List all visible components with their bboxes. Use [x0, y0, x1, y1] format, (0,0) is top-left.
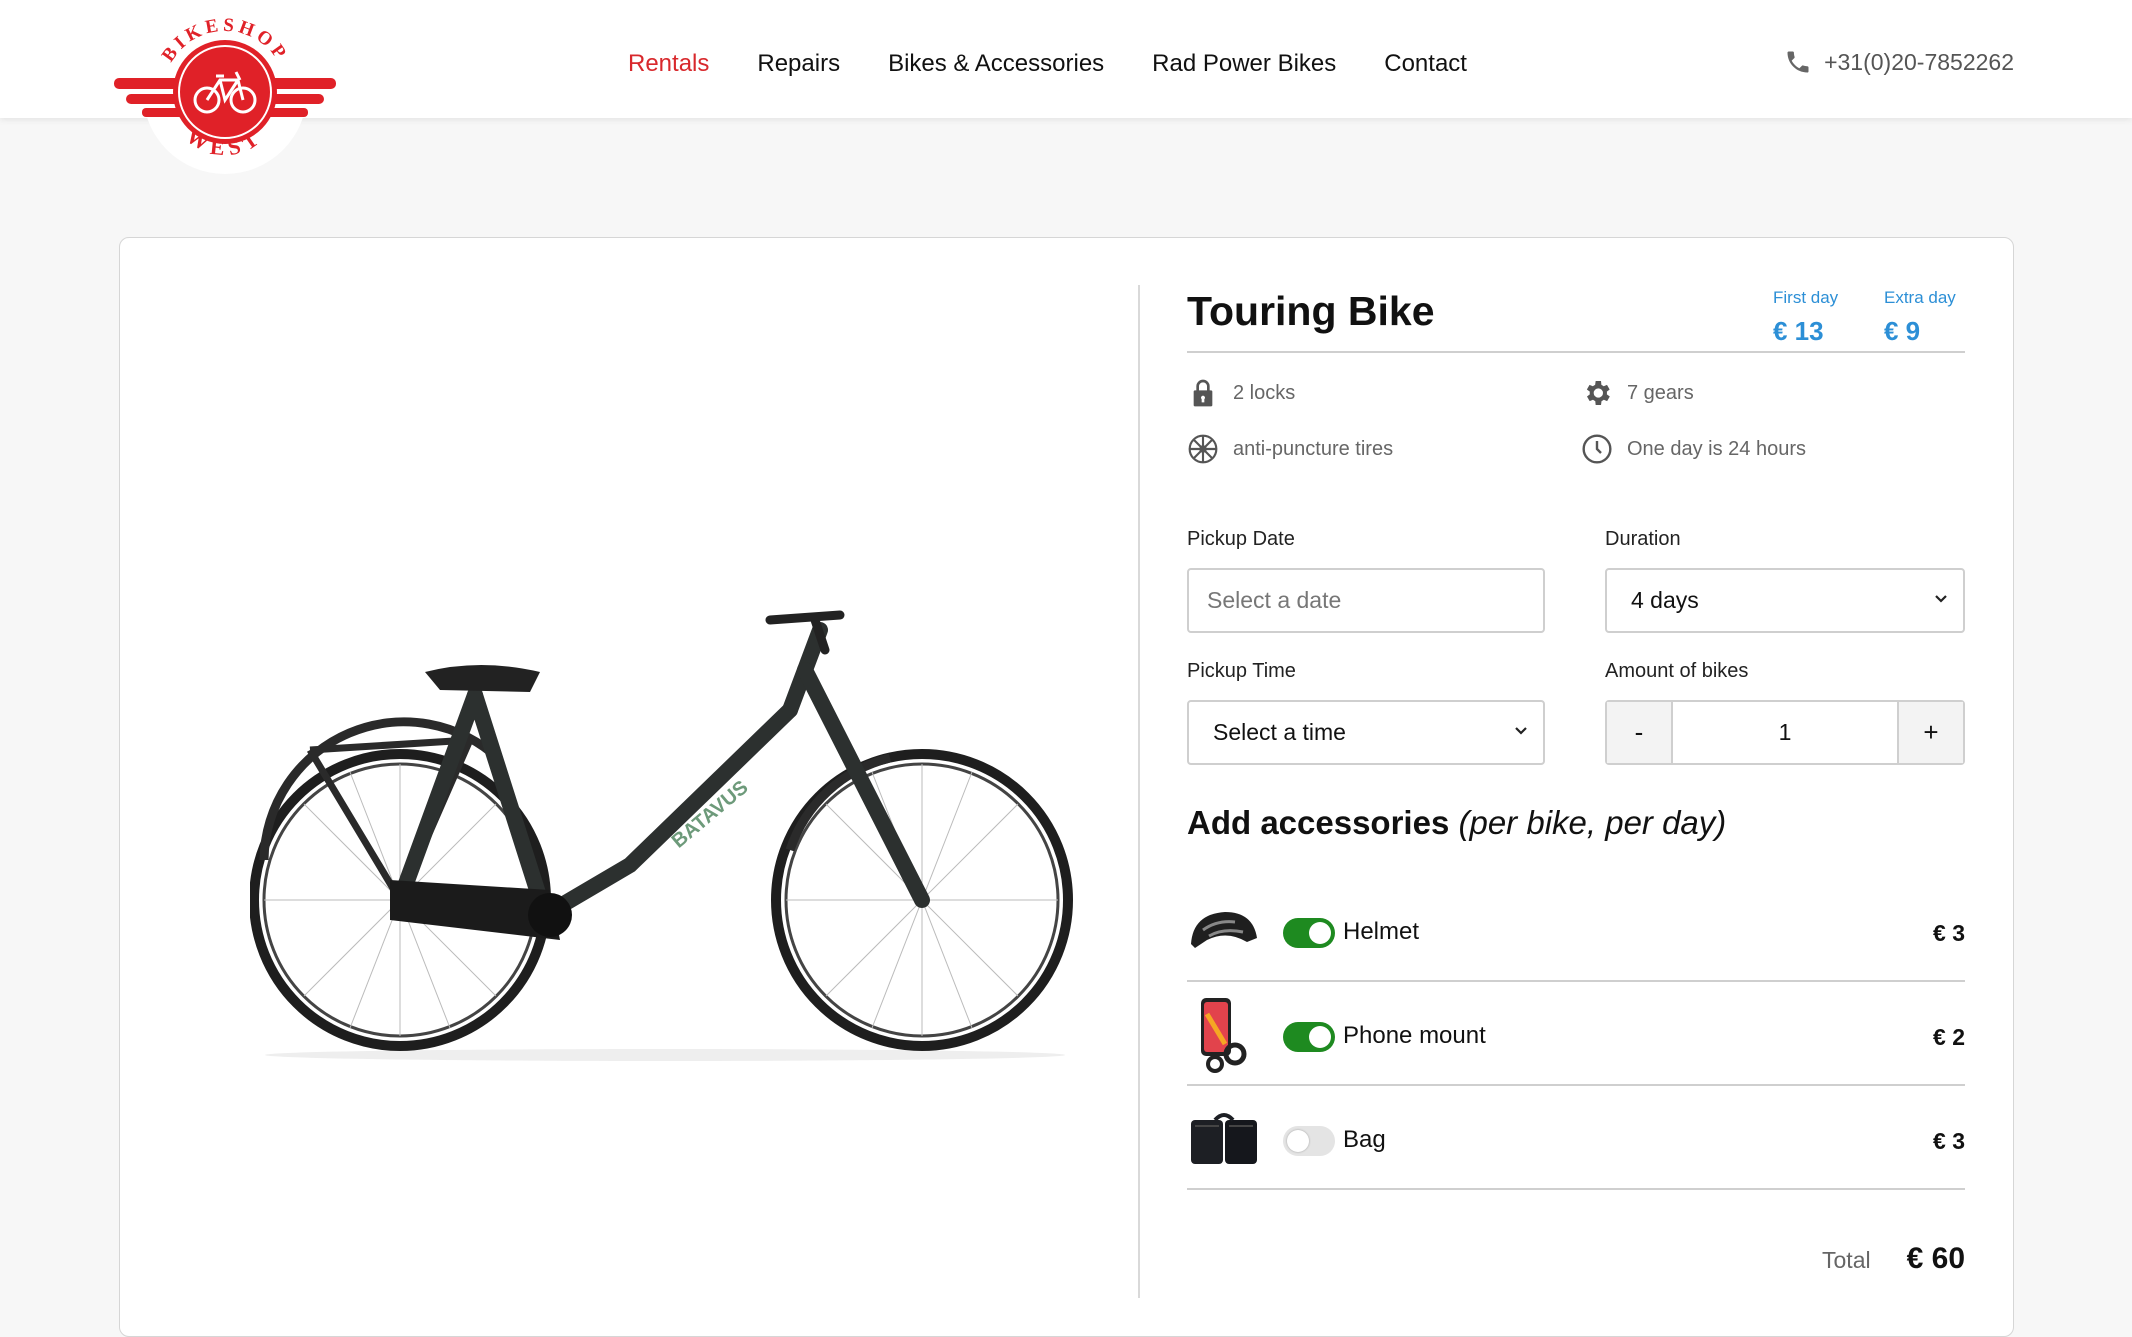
bag-label: Bag — [1343, 1126, 1386, 1153]
increment-button[interactable]: + — [1899, 702, 1963, 763]
phone-number: +31(0)20-7852262 — [1824, 48, 2014, 75]
phone-contact[interactable]: +31(0)20-7852262 — [1784, 48, 2014, 76]
accessory-row-bag: Bag € 3 — [1187, 1086, 1965, 1190]
bike-image: BATAVUS — [249, 560, 1080, 1080]
decrement-button[interactable]: - — [1607, 702, 1671, 763]
pickup-time-value: Select a time — [1213, 719, 1346, 745]
accessories-heading-suffix: (per bike, per day) — [1458, 804, 1727, 841]
phone-mount-price: € 2 — [1933, 1024, 1965, 1050]
total-row: Total € 60 — [1822, 1242, 1965, 1276]
feature-day-length: One day is 24 hours — [1581, 433, 1806, 465]
clock-icon — [1582, 434, 1612, 464]
nav-rentals[interactable]: Rentals — [628, 50, 709, 78]
accessories-heading: Add accessories (per bike, per day) — [1187, 804, 1726, 842]
pickup-time-select[interactable]: Select a time — [1187, 700, 1545, 765]
helmet-toggle[interactable] — [1283, 918, 1335, 948]
product-title: Touring Bike — [1187, 288, 1435, 334]
feature-tires: anti-puncture tires — [1187, 433, 1393, 465]
duration-value: 4 days — [1631, 587, 1699, 613]
nav-rad-power-bikes[interactable]: Rad Power Bikes — [1152, 50, 1336, 78]
total-label: Total — [1822, 1247, 1871, 1273]
phone-mount-icon — [1201, 998, 1247, 1073]
feature-tires-text: anti-puncture tires — [1233, 437, 1394, 460]
accessory-row-helmet: Helmet € 3 — [1187, 878, 1965, 982]
pickup-date-input[interactable]: Select a date — [1187, 568, 1545, 633]
chevron-down-icon — [1515, 727, 1527, 735]
feature-day-length-text: One day is 24 hours — [1627, 437, 1806, 460]
amount-stepper: - 1 + — [1605, 700, 1965, 765]
first-day-price: € 13 — [1773, 316, 1824, 346]
accessory-row-phone-mount: Phone mount € 2 — [1187, 982, 1965, 1086]
chevron-down-icon — [1935, 595, 1947, 603]
card-divider — [1138, 285, 1140, 1298]
feature-gears: 7 gears — [1581, 377, 1694, 409]
bikeshop-west-logo[interactable]: BIKESHOP WEST — [112, 10, 338, 174]
helmet-icon — [1191, 912, 1257, 948]
extra-day-label: Extra day — [1884, 288, 1956, 307]
duration-label: Duration — [1605, 528, 1681, 550]
amount-value[interactable]: 1 — [1671, 702, 1899, 763]
phone-mount-toggle[interactable] — [1283, 1022, 1335, 1052]
title-row: Touring Bike First day € 13 Extra day € … — [1187, 280, 1965, 353]
main-nav: Rentals Repairs Bikes & Accessories Rad … — [628, 50, 1467, 78]
gear-icon — [1586, 381, 1610, 405]
helmet-label: Helmet — [1343, 918, 1420, 945]
nav-bikes-accessories[interactable]: Bikes & Accessories — [888, 50, 1104, 78]
wheel-icon — [1188, 434, 1218, 464]
feature-gears-text: 7 gears — [1627, 381, 1694, 404]
feature-locks: 2 locks — [1187, 377, 1295, 409]
first-day-label: First day — [1773, 288, 1839, 307]
phone-icon — [1787, 51, 1809, 73]
duration-select[interactable]: 4 days — [1605, 568, 1965, 633]
first-day-price-block: First day € 13 — [1773, 288, 1838, 347]
nav-contact[interactable]: Contact — [1384, 50, 1467, 78]
nav-repairs[interactable]: Repairs — [757, 50, 840, 78]
bag-icon — [1191, 1113, 1257, 1164]
phone-mount-label: Phone mount — [1343, 1022, 1486, 1049]
feature-list: 2 locks 7 gears anti-puncture tires One … — [1187, 353, 1965, 493]
accessories-heading-title: Add accessories — [1187, 804, 1450, 841]
rental-details: Touring Bike First day € 13 Extra day € … — [1187, 280, 1965, 1275]
helmet-price: € 3 — [1933, 920, 1965, 946]
total-value: € 60 — [1906, 1242, 1965, 1275]
amount-label: Amount of bikes — [1605, 660, 1749, 682]
lock-icon — [1193, 379, 1213, 407]
pickup-time-label: Pickup Time — [1187, 660, 1296, 682]
extra-day-price-block: Extra day € 9 — [1884, 288, 1956, 347]
pickup-date-label: Pickup Date — [1187, 528, 1295, 550]
pickup-date-placeholder: Select a date — [1207, 587, 1342, 613]
feature-locks-text: 2 locks — [1233, 381, 1296, 404]
extra-day-price: € 9 — [1884, 316, 1921, 346]
bag-toggle[interactable] — [1283, 1126, 1335, 1156]
bag-price: € 3 — [1933, 1128, 1965, 1154]
